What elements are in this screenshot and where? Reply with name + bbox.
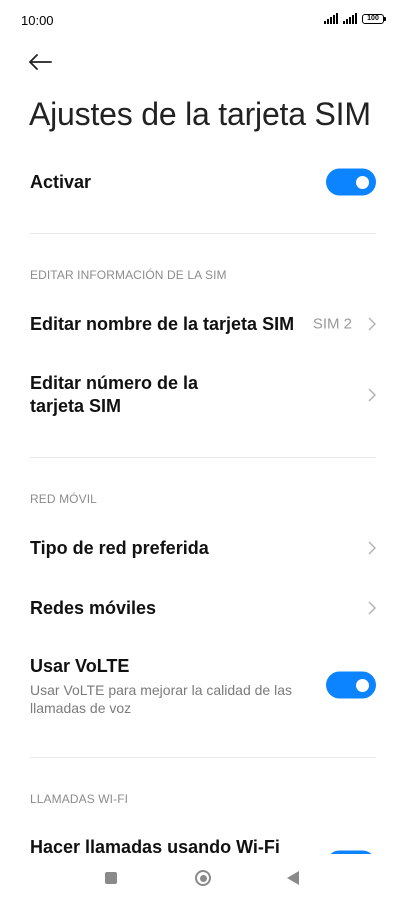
back-button[interactable] [28, 48, 60, 76]
chevron-right-icon [368, 601, 376, 615]
preferred-network-row[interactable]: Tipo de red preferida [30, 534, 376, 562]
edit-sim-name-row[interactable]: Editar nombre de la tarjeta SIM SIM 2 [30, 310, 376, 338]
activate-label: Activar [30, 172, 92, 192]
sim-name-value: SIM 2 [312, 315, 352, 333]
volte-description: Usar VoLTE para mejorar la calidad de la… [30, 681, 376, 717]
home-icon[interactable] [195, 870, 211, 886]
edit-sim-number-label: Editar número de la tarjeta SIM [30, 372, 376, 418]
mobile-networks-row[interactable]: Redes móviles [30, 594, 376, 622]
chevron-right-icon [368, 388, 376, 402]
edit-sim-number-line2: tarjeta SIM [30, 396, 122, 416]
chevron-right-icon [368, 317, 376, 331]
arrow-left-icon [29, 54, 52, 70]
volte-description-line1: Usar VoLTE para mejorar la calidad de la… [30, 682, 292, 698]
activate-toggle[interactable] [326, 168, 376, 196]
status-icons: 100 [324, 13, 386, 24]
divider [30, 757, 376, 758]
mobile-networks-label: Redes móviles [30, 598, 157, 618]
recents-icon[interactable] [105, 872, 117, 884]
signal-icon [343, 13, 357, 24]
section-header-mobile-network: RED MÓVIL [30, 492, 97, 506]
volte-description-line2: llamadas de voz [30, 700, 132, 716]
divider [30, 457, 376, 458]
status-bar: 10:00 100 [0, 0, 406, 40]
status-time: 10:00 [21, 13, 54, 28]
chevron-right-icon [368, 541, 376, 555]
battery-icon: 100 [362, 13, 386, 24]
volte-row[interactable]: Usar VoLTE Usar VoLTE para mejorar la ca… [30, 656, 376, 720]
volte-label: Usar VoLTE [30, 656, 130, 676]
preferred-network-label: Tipo de red preferida [30, 538, 209, 558]
toggle-knob [356, 175, 369, 189]
edit-sim-number-line1: Editar número de la [30, 373, 199, 393]
section-header-sim-info: EDITAR INFORMACIÓN DE LA SIM [30, 268, 227, 282]
edit-sim-name-label: Editar nombre de la tarjeta SIM [30, 314, 295, 334]
activate-row[interactable]: Activar [30, 165, 376, 199]
toggle-knob [356, 678, 369, 692]
edit-sim-number-row[interactable]: Editar número de la tarjeta SIM [30, 372, 376, 418]
page-title: Ajustes de la tarjeta SIM [29, 96, 371, 132]
back-triangle-icon[interactable] [287, 871, 299, 885]
navigation-bar [0, 854, 406, 902]
signal-icon [324, 13, 338, 24]
volte-toggle[interactable] [326, 671, 376, 699]
divider [30, 233, 376, 234]
section-header-wifi-calls: LLAMADAS WI-FI [30, 792, 129, 806]
